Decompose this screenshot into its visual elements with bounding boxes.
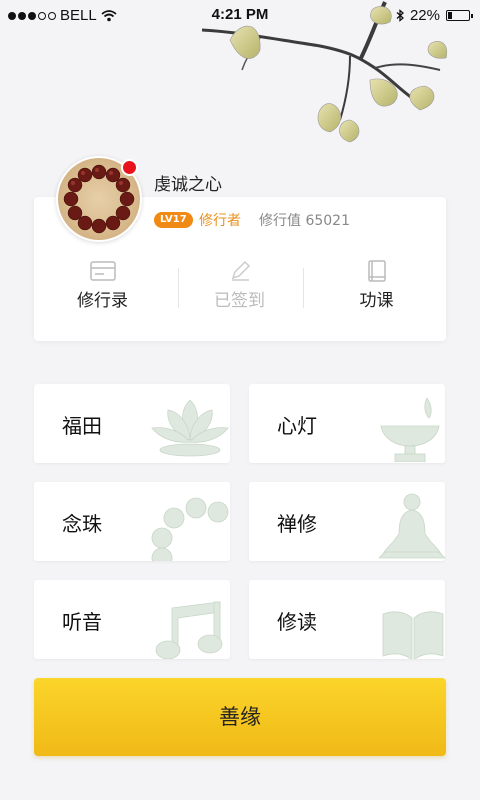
music-note-icon xyxy=(155,601,223,659)
lessons-button[interactable]: 功课 xyxy=(308,258,445,318)
beads-icon xyxy=(151,497,229,561)
tile-label: 修读 xyxy=(277,610,317,634)
notification-dot xyxy=(121,159,138,176)
meditation-icon xyxy=(379,493,445,559)
divider xyxy=(303,268,304,308)
good-karma-button[interactable]: 善缘 xyxy=(34,678,446,756)
open-book-icon xyxy=(382,611,444,659)
tile-heart-lamp[interactable]: 心灯 xyxy=(249,384,445,463)
level-badge: LV17 xyxy=(154,212,193,228)
bodhi-branch-decoration xyxy=(201,1,448,143)
username: 虔诚之心 xyxy=(154,175,222,195)
tile-label: 心灯 xyxy=(277,414,317,438)
card-icon xyxy=(89,261,116,281)
tile-label: 禅修 xyxy=(277,512,317,536)
tile-label: 听音 xyxy=(62,610,102,634)
action-label: 修行录 xyxy=(77,291,128,311)
book-icon xyxy=(367,260,386,282)
tile-meditation[interactable]: 禅修 xyxy=(249,482,445,561)
tile-reading[interactable]: 修读 xyxy=(249,580,445,659)
lotus-icon xyxy=(151,399,229,457)
pencil-icon xyxy=(231,260,250,281)
practice-value: 修行值 65021 xyxy=(259,213,350,229)
practice-record-button[interactable]: 修行录 xyxy=(34,258,171,318)
tile-blessings[interactable]: 福田 xyxy=(34,384,230,463)
tile-listen[interactable]: 听音 xyxy=(34,580,230,659)
tile-label: 福田 xyxy=(62,414,102,438)
lamp-icon xyxy=(380,397,440,462)
tile-prayer-beads[interactable]: 念珠 xyxy=(34,482,230,561)
tile-label: 念珠 xyxy=(62,512,102,536)
action-label: 功课 xyxy=(359,291,394,311)
action-label: 已签到 xyxy=(214,291,265,311)
checked-in-button[interactable]: 已签到 xyxy=(171,258,308,318)
rank-title: 修行者 xyxy=(199,213,241,229)
